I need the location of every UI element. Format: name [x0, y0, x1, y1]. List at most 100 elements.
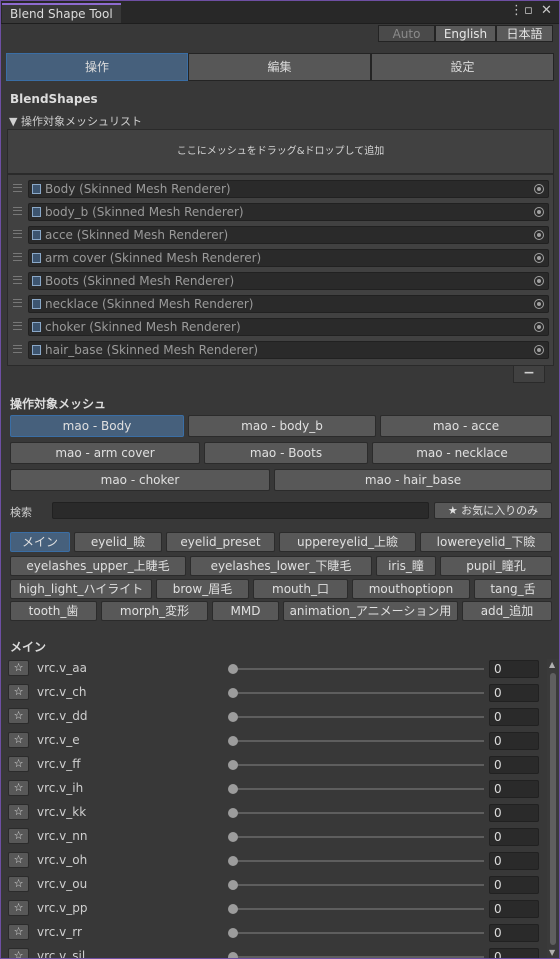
blendshape-slider-track[interactable]: [233, 860, 484, 862]
mesh-button-body-b[interactable]: mao - body_b: [188, 415, 376, 437]
mesh-button-acce[interactable]: mao - acce: [380, 415, 552, 437]
scroll-down-icon[interactable]: ▼: [549, 949, 555, 957]
blendshape-value-field[interactable]: 0: [489, 732, 539, 750]
mesh-button-hair-base[interactable]: mao - hair_base: [274, 469, 552, 491]
category-main[interactable]: メイン: [10, 532, 70, 552]
mesh-object-field[interactable]: body_b (Skinned Mesh Renderer): [28, 203, 549, 221]
category-pupil[interactable]: pupil_瞳孔: [440, 556, 552, 576]
blendshape-value-field[interactable]: 0: [489, 756, 539, 774]
mesh-object-field[interactable]: necklace (Skinned Mesh Renderer): [28, 295, 549, 313]
blendshape-slider-track[interactable]: [233, 788, 484, 790]
blendshape-slider-handle[interactable]: [228, 784, 238, 794]
mesh-button-arm-cover[interactable]: mao - arm cover: [10, 442, 200, 464]
category-mouthoptiopn[interactable]: mouthoptiopn: [352, 579, 470, 599]
blendshape-value-field[interactable]: 0: [489, 900, 539, 918]
blendshape-value-field[interactable]: 0: [489, 804, 539, 822]
category-eyelid-preset[interactable]: eyelid_preset: [166, 532, 275, 552]
mesh-object-field[interactable]: arm cover (Skinned Mesh Renderer): [28, 249, 549, 267]
lang-english-button[interactable]: English: [435, 25, 496, 42]
mesh-list-item[interactable]: body_b (Skinned Mesh Renderer): [8, 201, 553, 224]
blendshape-slider-track[interactable]: [233, 668, 484, 670]
object-picker-icon[interactable]: [534, 345, 544, 355]
blendshape-slider-handle[interactable]: [228, 688, 238, 698]
restore-icon[interactable]: ▫: [524, 4, 533, 18]
blendshape-slider-track[interactable]: [233, 716, 484, 718]
object-picker-icon[interactable]: [534, 322, 544, 332]
mesh-object-field[interactable]: hair_base (Skinned Mesh Renderer): [28, 341, 549, 359]
favorite-star-icon[interactable]: ☆: [8, 900, 29, 916]
blendshape-slider-handle[interactable]: [228, 952, 238, 958]
blendshape-slider-track[interactable]: [233, 908, 484, 910]
blendshape-value-field[interactable]: 0: [489, 684, 539, 702]
mesh-object-field[interactable]: choker (Skinned Mesh Renderer): [28, 318, 549, 336]
category-eyelid[interactable]: eyelid_瞼: [74, 532, 162, 552]
favorite-star-icon[interactable]: ☆: [8, 756, 29, 772]
mesh-list-item[interactable]: choker (Skinned Mesh Renderer): [8, 316, 553, 339]
category-mouth[interactable]: mouth_口: [253, 579, 348, 599]
mesh-list-item[interactable]: Boots (Skinned Mesh Renderer): [8, 270, 553, 293]
mesh-list-foldout[interactable]: ▼ 操作対象メッシュリスト: [9, 113, 142, 129]
mesh-list-item[interactable]: necklace (Skinned Mesh Renderer): [8, 293, 553, 316]
favorite-star-icon[interactable]: ☆: [8, 876, 29, 892]
favorite-star-icon[interactable]: ☆: [8, 732, 29, 748]
category-brow[interactable]: brow_眉毛: [156, 579, 249, 599]
blendshape-value-field[interactable]: 0: [489, 828, 539, 846]
blendshape-slider-handle[interactable]: [228, 856, 238, 866]
mesh-button-necklace[interactable]: mao - necklace: [372, 442, 552, 464]
favorite-star-icon[interactable]: ☆: [8, 804, 29, 820]
object-picker-icon[interactable]: [534, 230, 544, 240]
tab-edit[interactable]: 編集: [188, 53, 371, 81]
blendshape-slider-handle[interactable]: [228, 880, 238, 890]
mesh-list-item[interactable]: arm cover (Skinned Mesh Renderer): [8, 247, 553, 270]
drag-handle-icon[interactable]: [13, 276, 22, 284]
category-mmd[interactable]: MMD: [212, 601, 279, 621]
category-tang[interactable]: tang_舌: [474, 579, 552, 599]
favorite-star-icon[interactable]: ☆: [8, 780, 29, 796]
blendshape-value-field[interactable]: 0: [489, 708, 539, 726]
object-picker-icon[interactable]: [534, 207, 544, 217]
tab-settings[interactable]: 設定: [371, 53, 554, 81]
blendshape-value-field[interactable]: 0: [489, 876, 539, 894]
drag-handle-icon[interactable]: [13, 207, 22, 215]
scroll-up-icon[interactable]: ▲: [549, 661, 555, 669]
tab-operate[interactable]: 操作: [6, 53, 188, 81]
blendshape-slider-handle[interactable]: [228, 928, 238, 938]
kebab-menu-icon[interactable]: ⋮: [510, 4, 523, 18]
favorite-star-icon[interactable]: ☆: [8, 708, 29, 724]
category-eyelashes-upper[interactable]: eyelashes_upper_上睫毛: [10, 556, 186, 576]
favorite-star-icon[interactable]: ☆: [8, 828, 29, 844]
blendshape-slider-handle[interactable]: [228, 664, 238, 674]
close-icon[interactable]: ✕: [541, 4, 552, 18]
lang-auto-button[interactable]: Auto: [378, 25, 435, 42]
remove-mesh-button[interactable]: −: [513, 365, 545, 383]
favorite-star-icon[interactable]: ☆: [8, 684, 29, 700]
blendshape-value-field[interactable]: 0: [489, 852, 539, 870]
mesh-button-choker[interactable]: mao - choker: [10, 469, 270, 491]
category-animation[interactable]: animation_アニメーション用: [283, 601, 458, 621]
blendshape-slider-track[interactable]: [233, 884, 484, 886]
category-high-light[interactable]: high_light_ハイライト: [10, 579, 152, 599]
mesh-button-body[interactable]: mao - Body: [10, 415, 184, 437]
window-tab[interactable]: Blend Shape Tool: [2, 3, 121, 23]
blendshape-value-field[interactable]: 0: [489, 948, 539, 958]
mesh-button-boots[interactable]: mao - Boots: [204, 442, 368, 464]
blendshape-slider-handle[interactable]: [228, 832, 238, 842]
mesh-object-field[interactable]: Body (Skinned Mesh Renderer): [28, 180, 549, 198]
search-input[interactable]: [52, 502, 429, 519]
mesh-list-item[interactable]: acce (Skinned Mesh Renderer): [8, 224, 553, 247]
blendshape-slider-handle[interactable]: [228, 736, 238, 746]
mesh-list-item[interactable]: hair_base (Skinned Mesh Renderer): [8, 339, 553, 362]
object-picker-icon[interactable]: [534, 253, 544, 263]
blendshape-slider-handle[interactable]: [228, 712, 238, 722]
blendshape-value-field[interactable]: 0: [489, 780, 539, 798]
lang-japanese-button[interactable]: 日本語: [496, 25, 553, 42]
category-add[interactable]: add_追加: [462, 601, 552, 621]
drag-handle-icon[interactable]: [13, 184, 22, 192]
favorite-star-icon[interactable]: ☆: [8, 660, 29, 676]
object-picker-icon[interactable]: [534, 276, 544, 286]
mesh-drop-zone[interactable]: ここにメッシュをドラッグ&ドロップして追加: [7, 129, 554, 174]
blendshape-slider-handle[interactable]: [228, 808, 238, 818]
scrollbar[interactable]: ▲ ▼: [547, 659, 559, 958]
category-iris[interactable]: iris_瞳: [376, 556, 436, 576]
category-morph[interactable]: morph_変形: [101, 601, 208, 621]
